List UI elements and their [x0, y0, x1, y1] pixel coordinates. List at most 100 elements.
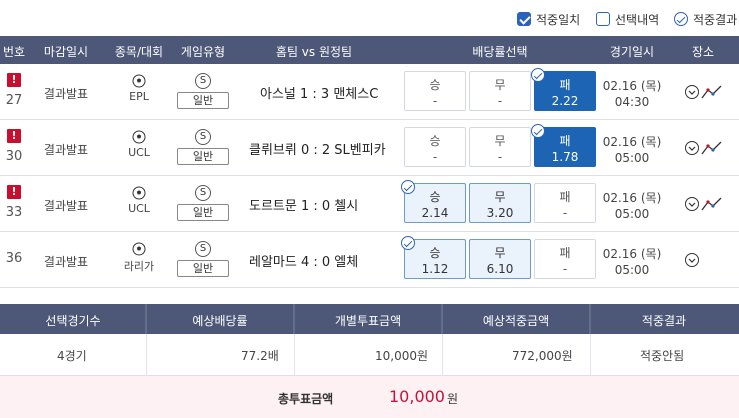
table-row: ! 33 결과발표 UCL S 일반 도르트문 1 : 0 첼시 승 2.14 …	[0, 177, 739, 232]
sport-cell: EPL	[109, 74, 169, 103]
odd-value: -	[432, 150, 438, 164]
circle-check-icon[interactable]	[674, 12, 688, 26]
col-header-game-type: 게임유형	[180, 45, 226, 59]
match-time: 05:00	[614, 207, 650, 221]
row-status: 결과발표	[43, 143, 89, 157]
summary-row: 4경기 77.2배 10,000원 772,000원 적중안됨	[0, 334, 739, 376]
total-amount: 10,000	[389, 387, 445, 406]
odd-away-selected[interactable]: 패 2.22	[531, 68, 596, 111]
summary-header-expected-win: 예상적중금액	[482, 314, 550, 328]
odd-label: 승	[429, 134, 441, 148]
location-pin-icon[interactable]	[684, 196, 700, 214]
soccer-ball-icon	[132, 130, 146, 144]
column-divider	[294, 334, 295, 376]
filter-hit-result[interactable]: 적중결과	[674, 11, 737, 27]
league-label: 라리가	[123, 260, 155, 273]
match-date: 02.16 (목)	[602, 191, 662, 205]
trend-chart-icon[interactable]	[701, 84, 723, 100]
table-header: 번호 마감일시 종목/대회 게임유형 홈팀 vs 원정팀 배당률선택 경기일시 …	[0, 36, 739, 64]
game-type-label: 일반	[177, 148, 229, 165]
match-date: 02.16 (목)	[602, 135, 662, 149]
trend-chart-icon[interactable]	[701, 196, 723, 212]
total-bar: 총투표금액 10,000 원	[0, 376, 739, 418]
trend-chart-icon[interactable]	[701, 140, 723, 156]
match-teams: 레알마드 4 : 0 엘체	[249, 255, 359, 270]
row-number: 33	[5, 205, 23, 220]
match-time: 04:30	[614, 95, 650, 109]
odd-label: 무	[494, 190, 506, 204]
filter-match-check[interactable]: 적중일치	[517, 11, 580, 27]
filter-selection-history[interactable]: 선택내역	[596, 11, 659, 27]
selected-check-icon	[531, 68, 545, 82]
odd-away-selected[interactable]: 패 1.78	[531, 124, 596, 167]
match-datetime: 02.16 (목) 04:30	[603, 78, 662, 110]
odd-draw-selected[interactable]: 무 6.10	[469, 239, 531, 279]
match-date: 02.16 (목)	[602, 247, 662, 261]
col-header-venue: 장소	[691, 45, 715, 59]
row-number: 36	[5, 251, 23, 266]
location-pin-icon[interactable]	[684, 140, 700, 158]
odd-home-selected[interactable]: 승 2.14	[401, 180, 466, 223]
summary-header-count: 선택경기수	[45, 314, 101, 328]
league-label: UCL	[128, 202, 150, 215]
match-time: 05:00	[614, 151, 650, 165]
col-header-odds: 배당률선택	[472, 45, 528, 59]
row-number: 30	[5, 149, 23, 164]
odd-away[interactable]: 패 -	[534, 239, 596, 279]
odd-home[interactable]: 승 -	[404, 71, 466, 111]
summary-header-result: 적중결과	[641, 314, 687, 328]
odd-home[interactable]: 승 -	[404, 127, 466, 167]
soccer-ball-icon	[132, 74, 146, 88]
match-time: 05:00	[614, 263, 650, 277]
league-label: UCL	[128, 146, 150, 159]
match-teams: 클뤼브뤼 0 : 2 SL벤피카	[249, 143, 386, 158]
column-divider	[589, 304, 591, 334]
location-pin-icon[interactable]	[684, 252, 700, 270]
odd-value: 3.20	[486, 206, 514, 220]
game-type-cell: S 일반	[173, 241, 233, 277]
sport-cell: 라리가	[109, 242, 169, 274]
col-header-sport: 종목/대회	[114, 45, 164, 59]
odd-label: 무	[494, 78, 506, 92]
row-status: 결과발표	[43, 255, 89, 269]
summary-header-odds: 예상배당률	[192, 314, 248, 328]
column-divider	[442, 334, 443, 376]
odd-draw-selected[interactable]: 무 3.20	[469, 183, 531, 223]
game-type-label: 일반	[177, 204, 229, 221]
odd-draw[interactable]: 무 -	[469, 127, 531, 167]
single-badge: S	[195, 73, 211, 89]
single-badge: S	[195, 241, 211, 257]
odd-draw[interactable]: 무 -	[469, 71, 531, 111]
filter-bar: 적중일치 선택내역 적중결과	[0, 0, 739, 36]
single-badge: S	[195, 129, 211, 145]
location-pin-icon[interactable]	[684, 84, 700, 102]
filter-label: 적중일치	[536, 12, 581, 27]
table-row: 36 결과발표 라리가 S 일반 레알마드 4 : 0 엘체 승 1.12 무 …	[0, 233, 739, 288]
column-divider	[590, 334, 591, 376]
col-header-match-time: 경기일시	[609, 45, 655, 59]
odd-value: -	[497, 94, 503, 108]
sport-cell: UCL	[109, 186, 169, 215]
checkbox-unchecked-icon[interactable]	[596, 12, 610, 26]
match-teams: 아스널 1 : 3 맨체스C	[260, 87, 379, 102]
table-row: ! 30 결과발표 UCL S 일반 클뤼브뤼 0 : 2 SL벤피카 승 - …	[0, 121, 739, 176]
row-status: 결과발표	[43, 87, 89, 101]
col-header-teams: 홈팀 vs 원정팀	[275, 45, 353, 59]
checkbox-checked-icon[interactable]	[517, 12, 531, 26]
odd-value: 2.14	[421, 206, 449, 220]
odd-value: 1.12	[421, 262, 449, 276]
column-divider	[145, 304, 147, 334]
table-row: ! 27 결과발표 EPL S 일반 아스널 1 : 3 맨체스C 승 - 무 …	[0, 65, 739, 120]
odd-value: -	[562, 206, 568, 220]
game-type-label: 일반	[177, 260, 229, 277]
sport-cell: UCL	[109, 130, 169, 159]
odd-home-selected[interactable]: 승 1.12	[401, 236, 466, 279]
selected-check-icon	[401, 180, 415, 194]
summary-game-count: 4경기	[57, 349, 87, 363]
odd-value: -	[497, 150, 503, 164]
odd-away[interactable]: 패 -	[534, 183, 596, 223]
summary-result: 적중안됨	[640, 349, 685, 363]
summary-expected-odds: 77.2배	[241, 349, 279, 363]
alert-icon: !	[7, 73, 21, 87]
game-type-label: 일반	[177, 92, 229, 109]
